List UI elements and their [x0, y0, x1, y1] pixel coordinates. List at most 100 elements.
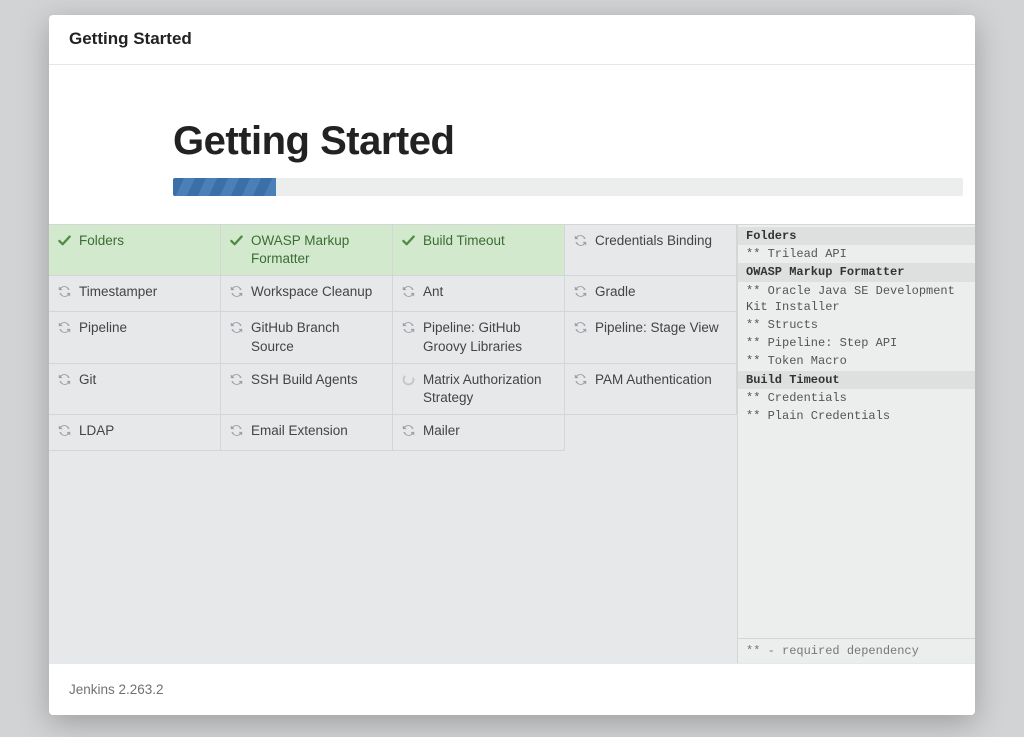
refresh-icon: [229, 372, 244, 387]
plugin-cell: LDAP: [49, 415, 221, 451]
plugin-cell: Ant: [393, 276, 565, 312]
plugin-cell: PAM Authentication: [565, 364, 737, 415]
log-line: ** Trilead API: [738, 245, 975, 263]
plugin-name: Credentials Binding: [595, 232, 712, 250]
refresh-icon: [229, 320, 244, 335]
log-line: ** Credentials: [738, 389, 975, 407]
log-line: ** Pipeline: Step API: [738, 334, 975, 352]
install-log-legend: ** - required dependency: [738, 638, 975, 663]
refresh-icon: [57, 423, 72, 438]
plugin-name: PAM Authentication: [595, 371, 712, 389]
spinner-icon: [401, 372, 416, 387]
refresh-icon: [57, 423, 72, 438]
plugin-name: Pipeline: [79, 319, 127, 337]
plugin-cell: GitHub Branch Source: [221, 312, 393, 363]
plugin-cell: Credentials Binding: [565, 225, 737, 276]
plugin-cell: Matrix Authorization Strategy: [393, 364, 565, 415]
plugin-cell: Folders: [49, 225, 221, 276]
refresh-icon: [57, 320, 72, 335]
install-progress-fill: [173, 178, 276, 196]
plugin-cell: SSH Build Agents: [221, 364, 393, 415]
plugin-name: Email Extension: [251, 422, 348, 440]
refresh-icon: [57, 284, 72, 299]
plugin-name: Folders: [79, 232, 124, 250]
plugin-name: Ant: [423, 283, 443, 301]
log-line: ** Oracle Java SE Development Kit Instal…: [738, 282, 975, 316]
plugin-cell: Workspace Cleanup: [221, 276, 393, 312]
plugin-cell: OWASP Markup Formatter: [221, 225, 393, 276]
refresh-icon: [57, 320, 72, 335]
modal-header: Getting Started: [49, 15, 975, 65]
plugin-cell: Build Timeout: [393, 225, 565, 276]
plugin-name: Gradle: [595, 283, 636, 301]
install-log-sidebar: Folders** Trilead APIOWASP Markup Format…: [737, 224, 975, 663]
plugin-name: Git: [79, 371, 96, 389]
plugin-name: OWASP Markup Formatter: [251, 232, 384, 268]
refresh-icon: [401, 320, 416, 335]
refresh-icon: [401, 284, 416, 299]
refresh-icon: [57, 284, 72, 299]
refresh-icon: [229, 284, 244, 299]
hero: Getting Started: [49, 65, 975, 224]
log-line: ** Plain Credentials: [738, 407, 975, 425]
check-icon: [401, 233, 416, 248]
jenkins-version: Jenkins 2.263.2: [69, 682, 164, 697]
refresh-icon: [229, 372, 244, 387]
plugin-name: Pipeline: Stage View: [595, 319, 719, 337]
page-title: Getting Started: [173, 119, 975, 164]
plugin-cell: Pipeline: Stage View: [565, 312, 737, 363]
check-icon: [229, 233, 244, 248]
plugin-name: Matrix Authorization Strategy: [423, 371, 556, 407]
refresh-icon: [573, 320, 588, 335]
plugin-name: Mailer: [423, 422, 460, 440]
modal-footer: Jenkins 2.263.2: [49, 663, 975, 715]
plugin-name: SSH Build Agents: [251, 371, 358, 389]
refresh-icon: [573, 233, 588, 248]
refresh-icon: [573, 233, 588, 248]
refresh-icon: [573, 372, 588, 387]
plugin-name: GitHub Branch Source: [251, 319, 384, 355]
plugin-name: Build Timeout: [423, 232, 505, 250]
plugin-name: Pipeline: GitHub Groovy Libraries: [423, 319, 556, 355]
refresh-icon: [573, 284, 588, 299]
log-line: ** Structs: [738, 316, 975, 334]
log-heading: Build Timeout: [738, 371, 975, 389]
plugin-name: Timestamper: [79, 283, 157, 301]
check-icon: [229, 233, 244, 248]
plugin-cell: Email Extension: [221, 415, 393, 451]
plugin-cell: Mailer: [393, 415, 565, 451]
log-heading: OWASP Markup Formatter: [738, 263, 975, 281]
plugin-cell: Pipeline: [49, 312, 221, 363]
plugin-name: LDAP: [79, 422, 114, 440]
refresh-icon: [229, 423, 244, 438]
body-row: Folders OWASP Markup Formatter Build Timeo…: [49, 224, 975, 663]
refresh-icon: [573, 372, 588, 387]
plugin-cell: Gradle: [565, 276, 737, 312]
refresh-icon: [401, 284, 416, 299]
check-icon: [401, 233, 416, 248]
refresh-icon: [573, 320, 588, 335]
refresh-icon: [401, 423, 416, 438]
plugin-name: Workspace Cleanup: [251, 283, 372, 301]
setup-wizard-modal: Getting Started Getting Started Folders O…: [49, 15, 975, 715]
refresh-icon: [229, 423, 244, 438]
plugin-cell: Pipeline: GitHub Groovy Libraries: [393, 312, 565, 363]
spinner-icon: [401, 372, 416, 387]
refresh-icon: [401, 423, 416, 438]
plugin-grid: Folders OWASP Markup Formatter Build Timeo…: [49, 224, 737, 663]
check-icon: [57, 233, 72, 248]
log-line: ** Token Macro: [738, 352, 975, 370]
modal-title: Getting Started: [69, 29, 192, 48]
check-icon: [57, 233, 72, 248]
refresh-icon: [229, 284, 244, 299]
refresh-icon: [57, 372, 72, 387]
refresh-icon: [229, 320, 244, 335]
install-log: Folders** Trilead APIOWASP Markup Format…: [738, 225, 975, 638]
install-progress-bar: [173, 178, 963, 196]
refresh-icon: [573, 284, 588, 299]
plugin-cell: Git: [49, 364, 221, 415]
refresh-icon: [401, 320, 416, 335]
plugin-cell: Timestamper: [49, 276, 221, 312]
refresh-icon: [57, 372, 72, 387]
log-heading: Folders: [738, 227, 975, 245]
